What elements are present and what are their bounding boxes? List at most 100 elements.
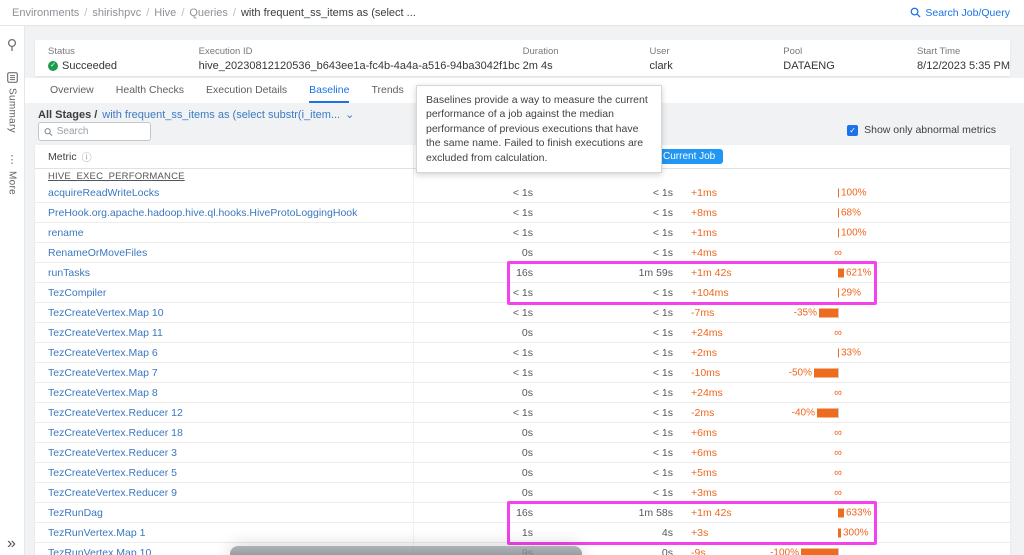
chevron-down-icon[interactable]: ⌄ (345, 108, 354, 121)
metric-link[interactable]: PreHook.org.apache.hadoop.hive.ql.hooks.… (48, 207, 413, 219)
baseline-value: 1s (413, 527, 533, 539)
metric-link[interactable]: TezCreateVertex.Reducer 12 (48, 407, 413, 419)
search-job-query-label: Search Job/Query (925, 7, 1010, 19)
percent-cell: -100% (783, 543, 997, 555)
delta-value: +104ms (673, 287, 783, 299)
delta-value: +5ms (673, 467, 783, 479)
percent-label: 300% (843, 527, 869, 538)
checkbox-checked[interactable]: ✓ (847, 125, 858, 136)
status-field-value: clark (650, 60, 784, 72)
delta-value: -7ms (673, 307, 783, 319)
abnormal-metrics-filter[interactable]: ✓ Show only abnormal metrics (847, 124, 996, 136)
stage-selector: All Stages / with frequent_ss_items as (… (38, 108, 354, 121)
infinity-icon: ∞ (834, 487, 842, 499)
baseline-value: 0s (413, 327, 533, 339)
top-bar: Environments/shirishpvc/Hive/Queries/wit… (0, 0, 1024, 26)
percent-label: 68% (841, 207, 861, 218)
current-value: < 1s (533, 487, 673, 499)
table-row: TezCreateVertex.Reducer 50s< 1s+5ms∞ (35, 463, 1010, 483)
metric-link[interactable]: TezRunVertex.Map 1 (48, 527, 413, 539)
table-body: acquireReadWriteLocks< 1s< 1s+1ms100%Pre… (35, 183, 1010, 555)
table-row: TezCreateVertex.Map 10< 1s< 1s-7ms-35% (35, 303, 1010, 323)
status-field: Status✓Succeeded (48, 45, 199, 76)
metric-link[interactable]: TezCreateVertex.Map 11 (48, 327, 413, 339)
metric-search-input[interactable] (57, 126, 145, 137)
current-job-chip: Current Job (655, 149, 723, 164)
metric-column-header: Metric (48, 151, 77, 163)
table-row: TezCreateVertex.Map 7< 1s< 1s-10ms-50% (35, 363, 1010, 383)
status-field-text: hive_20230812120536_b643ee1a-fc4b-4a4a-a… (199, 60, 520, 72)
status-field-text: 8/12/2023 5:35 PM (917, 60, 1010, 72)
tab-health-checks[interactable]: Health Checks (116, 78, 184, 103)
metric-link[interactable]: TezCreateVertex.Map 8 (48, 387, 413, 399)
percent-bar-negative: -35% (794, 307, 838, 318)
metric-link[interactable]: rename (48, 227, 413, 239)
delta-value: +1m 42s (673, 267, 783, 279)
percent-bar-positive: 621% (838, 267, 872, 278)
metric-link[interactable]: TezCreateVertex.Map 6 (48, 347, 413, 359)
percent-cell: ∞ (783, 423, 997, 442)
baseline-value: < 1s (413, 367, 533, 379)
metric-link[interactable]: TezCreateVertex.Reducer 9 (48, 487, 413, 499)
metric-link[interactable]: TezCreateVertex.Map 7 (48, 367, 413, 379)
breadcrumb-item[interactable]: Queries (189, 7, 228, 19)
bar-fill (838, 268, 844, 277)
metric-link[interactable]: TezCreateVertex.Map 10 (48, 307, 413, 319)
expand-panel-icon[interactable]: » (7, 535, 16, 553)
sidebar-summary-label: Summary (7, 88, 18, 133)
metric-link[interactable]: TezCreateVertex.Reducer 3 (48, 447, 413, 459)
percent-cell: -35% (783, 303, 997, 322)
metric-link[interactable]: RenameOrMoveFiles (48, 247, 413, 259)
delta-value: +24ms (673, 387, 783, 399)
percent-cell: 100% (783, 223, 997, 242)
delta-value: +1m 42s (673, 507, 783, 519)
tab-overview[interactable]: Overview (50, 78, 94, 103)
delta-value: +1ms (673, 187, 783, 199)
baseline-value: < 1s (413, 347, 533, 359)
baseline-value: 16s (413, 267, 533, 279)
metric-link[interactable]: TezCreateVertex.Reducer 18 (48, 427, 413, 439)
percent-bar-positive: 33% (838, 347, 861, 358)
metric-link[interactable]: TezCreateVertex.Reducer 5 (48, 467, 413, 479)
summary-icon (7, 72, 18, 83)
sidebar-item-summary[interactable]: Summary (7, 72, 18, 133)
delta-value: +8ms (673, 207, 783, 219)
infinity-icon: ∞ (834, 447, 842, 459)
baseline-value: < 1s (413, 207, 533, 219)
info-icon[interactable]: ⓘ (82, 149, 92, 164)
tab-trends[interactable]: Trends (371, 78, 403, 103)
table-row: RenameOrMoveFiles0s< 1s+4ms∞ (35, 243, 1010, 263)
breadcrumb-item[interactable]: shirishpvc (92, 7, 141, 19)
percent-label: -50% (789, 367, 812, 378)
selected-stage-link[interactable]: with frequent_ss_items as (select substr… (102, 109, 340, 121)
delta-value: +2ms (673, 347, 783, 359)
metric-link[interactable]: TezCompiler (48, 287, 413, 299)
metric-search-box[interactable] (38, 122, 151, 141)
status-field: Userclark (650, 45, 784, 76)
status-field-label: Start Time (917, 46, 1010, 57)
axis-tick (838, 547, 839, 555)
search-icon (44, 127, 53, 137)
breadcrumb-item[interactable]: Environments (12, 7, 79, 19)
status-field-label: Status (48, 46, 199, 57)
tab-execution-details[interactable]: Execution Details (206, 78, 287, 103)
tab-baseline[interactable]: Baseline (309, 78, 349, 103)
sidebar-item-more[interactable]: ⋮ More (7, 153, 18, 195)
metric-link[interactable]: acquireReadWriteLocks (48, 187, 413, 199)
baseline-value: < 1s (413, 307, 533, 319)
percent-bar-positive: 100% (838, 187, 867, 198)
table-row: TezCreateVertex.Reducer 30s< 1s+6ms∞ (35, 443, 1010, 463)
delta-value: -2ms (673, 407, 783, 419)
percent-cell: 33% (783, 343, 997, 362)
pin-icon[interactable] (6, 38, 18, 52)
status-field-label: Duration (523, 46, 650, 57)
metric-link[interactable]: runTasks (48, 267, 413, 279)
axis-tick (838, 367, 839, 378)
metric-link[interactable]: TezRunDag (48, 507, 413, 519)
baseline-value: 0s (413, 427, 533, 439)
search-job-query-button[interactable]: Search Job/Query (910, 7, 1010, 19)
breadcrumb-item[interactable]: Hive (154, 7, 176, 19)
axis-tick (838, 307, 839, 318)
percent-cell: 300% (783, 523, 997, 542)
infinity-icon: ∞ (834, 427, 842, 439)
